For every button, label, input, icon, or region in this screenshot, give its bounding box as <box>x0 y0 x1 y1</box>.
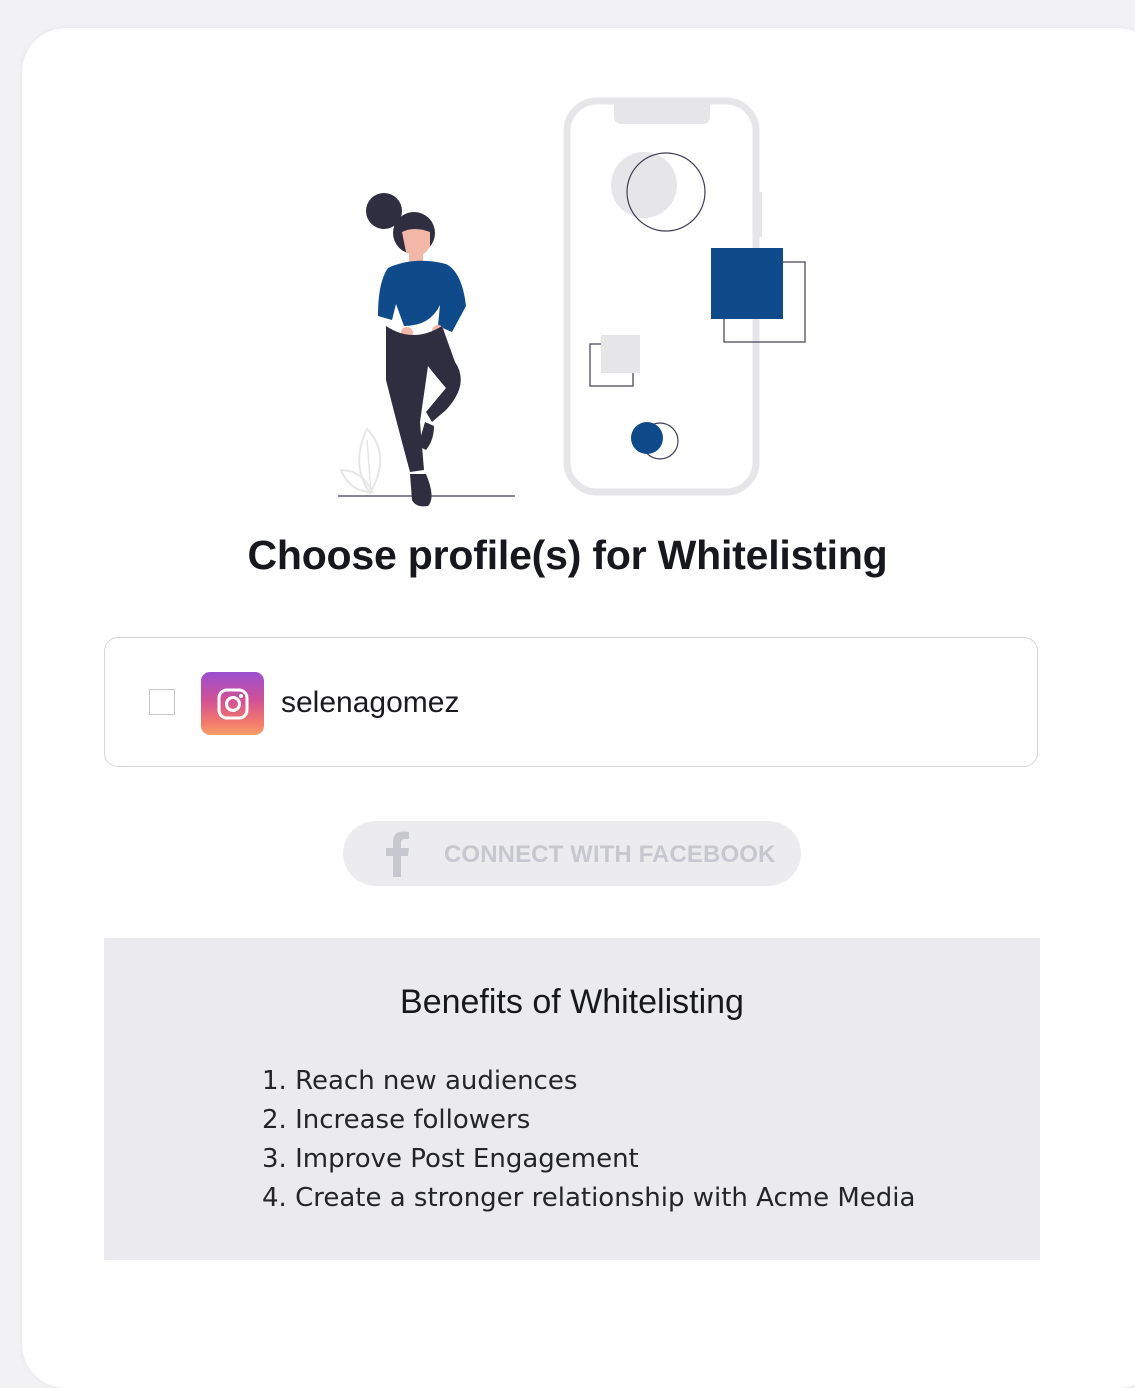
instagram-icon <box>201 672 264 735</box>
benefits-panel: Benefits of Whitelisting 1. Reach new au… <box>104 938 1040 1260</box>
benefit-item: 4. Create a stronger relationship with A… <box>262 1183 916 1213</box>
woman-phone-illustration <box>338 97 806 507</box>
benefit-item: 1. Reach new audiences <box>262 1066 578 1096</box>
benefits-title: Benefits of Whitelisting <box>400 983 744 1021</box>
page-title: Choose profile(s) for Whitelisting <box>247 532 888 578</box>
connect-with-facebook-button[interactable]: CONNECT WITH FACEBOOK <box>343 821 801 886</box>
profile-checkbox[interactable] <box>149 689 175 715</box>
benefits-list: 1. Reach new audiences 2. Increase follo… <box>262 1062 915 1218</box>
benefit-item: 2. Increase followers <box>262 1105 531 1135</box>
profile-username: selenagomez <box>281 686 460 719</box>
connect-button-label: CONNECT WITH FACEBOOK <box>444 841 776 868</box>
benefit-item: 3. Improve Post Engagement <box>262 1144 639 1174</box>
facebook-icon <box>386 831 409 877</box>
profile-option-instagram[interactable]: selenagomez <box>104 637 1038 767</box>
